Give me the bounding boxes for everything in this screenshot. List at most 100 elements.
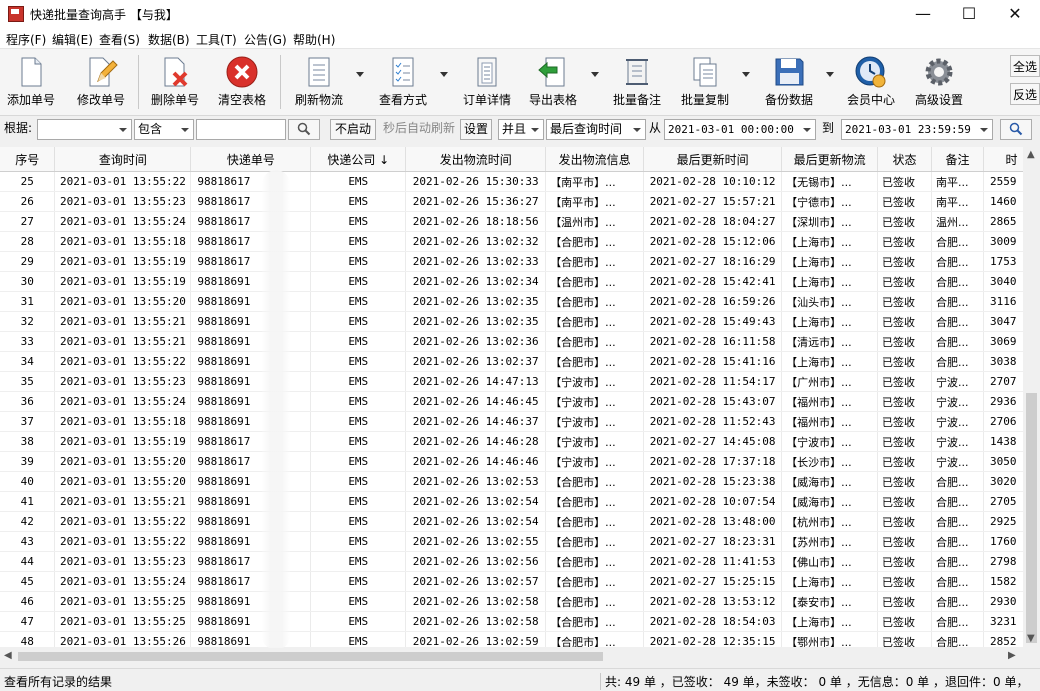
- horizontal-scrollbar[interactable]: ◀ ▶: [0, 648, 1023, 665]
- column-header[interactable]: 查询时间: [54, 147, 192, 172]
- column-header[interactable]: 序号: [0, 147, 56, 172]
- logic-select[interactable]: 并且: [498, 119, 544, 140]
- table-row[interactable]: 28 2021-03-01 13:55:18 98818617 EMS 2021-02-…: [0, 231, 1040, 252]
- refresh-logistics-button[interactable]: 刷新物流: [288, 53, 350, 111]
- table-row[interactable]: 35 2021-03-01 13:55:23 98818691 EMS 2021-02-…: [0, 371, 1040, 392]
- table-row[interactable]: 38 2021-03-01 13:55:19 98818617 EMS 2021-02-…: [0, 431, 1040, 452]
- delete-button[interactable]: 删除单号: [146, 53, 204, 111]
- table-cell: 合肥...: [931, 591, 984, 612]
- table-row[interactable]: 44 2021-03-01 13:55:23 98818617 EMS 2021-02-…: [0, 551, 1040, 572]
- table-cell: 2021-03-01 13:55:23: [54, 371, 192, 392]
- table-row[interactable]: 25 2021-03-01 13:55:22 98818617 EMS 2021-02-…: [0, 171, 1040, 192]
- menu-edit[interactable]: 编辑(E): [52, 31, 93, 48]
- order-detail-button[interactable]: 订单详情: [456, 53, 518, 111]
- column-header[interactable]: 快递公司 ↓: [310, 147, 407, 172]
- table-row[interactable]: 33 2021-03-01 13:55:21 98818691 EMS 2021-02-…: [0, 331, 1040, 352]
- table-row[interactable]: 46 2021-03-01 13:55:25 98818691 EMS 2021-02-…: [0, 591, 1040, 612]
- date-search-button[interactable]: [1000, 119, 1032, 140]
- column-header[interactable]: 备注: [931, 147, 984, 172]
- table-row[interactable]: 43 2021-03-01 13:55:22 98818691 EMS 2021-02-…: [0, 531, 1040, 552]
- table-row[interactable]: 32 2021-03-01 13:55:21 98818691 EMS 2021-02-…: [0, 311, 1040, 332]
- table-row[interactable]: 45 2021-03-01 13:55:24 98818617 EMS 2021-02-…: [0, 571, 1040, 592]
- auto-refresh-label: 秒后自动刷新: [383, 121, 456, 135]
- select-all-button[interactable]: 全选: [1010, 55, 1040, 77]
- table-cell: EMS: [310, 471, 407, 492]
- table-cell: 2021-03-01 13:55:24: [54, 391, 192, 412]
- scroll-up-icon[interactable]: ▲: [1027, 149, 1035, 160]
- batch-copy-button[interactable]: 批量复制: [674, 53, 736, 111]
- invert-selection-button[interactable]: 反选: [1010, 83, 1040, 105]
- menu-data[interactable]: 数据(B): [148, 31, 190, 48]
- results-table[interactable]: 序号 查询时间 快递单号 快递公司 ↓ 发出物流时间 发出物流信息 最后更新时间 最后更新物流…: [0, 147, 1040, 647]
- search-button[interactable]: [288, 119, 320, 140]
- column-header[interactable]: 快递单号: [190, 147, 312, 172]
- time-field-select[interactable]: 最后查询时间: [546, 119, 646, 140]
- refresh-dropdown-arrow[interactable]: [356, 72, 364, 77]
- edit-button[interactable]: 修改单号: [72, 53, 130, 111]
- menu-view[interactable]: 查看(S): [99, 31, 140, 48]
- scroll-right-icon[interactable]: ▶: [1008, 650, 1016, 661]
- table-cell: 28: [0, 231, 56, 252]
- column-header[interactable]: 状态: [877, 147, 933, 172]
- table-cell: 2021-03-01 13:55:19: [54, 431, 192, 452]
- table-row[interactable]: 34 2021-03-01 13:55:22 98818691 EMS 2021-02-…: [0, 351, 1040, 372]
- column-header[interactable]: 最后更新时间: [643, 147, 783, 172]
- minimize-button[interactable]: —: [900, 0, 946, 28]
- table-cell: 宁波...: [931, 431, 984, 452]
- table-cell: 2021-02-27 15:57:21: [643, 191, 783, 212]
- table-row[interactable]: 30 2021-03-01 13:55:19 98818691 EMS 2021-02-…: [0, 271, 1040, 292]
- from-date-picker[interactable]: 2021-03-01 00:00:00: [664, 119, 816, 140]
- search-input[interactable]: [196, 119, 286, 140]
- table-cell: 【宁波市】...: [545, 451, 645, 472]
- batch-note-button[interactable]: 批量备注: [606, 53, 668, 111]
- field-select[interactable]: [37, 119, 132, 140]
- table-cell: 2021-02-26 13:02:34: [405, 271, 547, 292]
- advanced-settings-button[interactable]: 高级设置: [908, 53, 970, 111]
- auto-refresh-toggle[interactable]: 不启动: [330, 119, 376, 140]
- clear-table-button[interactable]: 清空表格: [213, 53, 271, 111]
- backup-dropdown-arrow[interactable]: [826, 72, 834, 77]
- table-cell: 2021-02-28 15:42:41: [643, 271, 783, 292]
- maximize-button[interactable]: ☐: [946, 0, 992, 28]
- menu-help[interactable]: 帮助(H): [293, 31, 335, 48]
- table-cell: 2021-02-26 13:02:55: [405, 531, 547, 552]
- scroll-down-icon[interactable]: ▼: [1027, 633, 1035, 644]
- export-dropdown-arrow[interactable]: [591, 72, 599, 77]
- to-date-picker[interactable]: 2021-03-01 23:59:59: [841, 119, 993, 140]
- column-header[interactable]: 发出物流时间: [405, 147, 547, 172]
- backup-data-button[interactable]: 备份数据: [758, 53, 820, 111]
- table-row[interactable]: 47 2021-03-01 13:55:25 98818691 EMS 2021-02-…: [0, 611, 1040, 632]
- member-center-button[interactable]: 会员中心: [842, 53, 900, 111]
- copy-dropdown-arrow[interactable]: [742, 72, 750, 77]
- menu-program[interactable]: 程序(F): [6, 31, 46, 48]
- settings-button[interactable]: 设置: [460, 119, 492, 140]
- scroll-left-icon[interactable]: ◀: [4, 650, 12, 661]
- vertical-scrollbar[interactable]: ▲ ▼: [1023, 147, 1040, 647]
- vertical-scroll-thumb[interactable]: [1026, 393, 1037, 643]
- table-row[interactable]: 36 2021-03-01 13:55:24 98818691 EMS 2021-02-…: [0, 391, 1040, 412]
- column-header[interactable]: 最后更新物流: [781, 147, 879, 172]
- table-row[interactable]: 26 2021-03-01 13:55:23 98818617 EMS 2021-02-…: [0, 191, 1040, 212]
- horizontal-scroll-thumb[interactable]: [18, 652, 603, 661]
- view-mode-button[interactable]: 查看方式: [372, 53, 434, 111]
- view-dropdown-arrow[interactable]: [440, 72, 448, 77]
- table-row[interactable]: 29 2021-03-01 13:55:19 98818617 EMS 2021-02-…: [0, 251, 1040, 272]
- column-header[interactable]: 发出物流信息: [545, 147, 645, 172]
- table-row[interactable]: 41 2021-03-01 13:55:21 98818691 EMS 2021-02-…: [0, 491, 1040, 512]
- menu-tools[interactable]: 工具(T): [196, 31, 237, 48]
- add-button[interactable]: 添加单号: [2, 53, 60, 111]
- table-row[interactable]: 40 2021-03-01 13:55:20 98818691 EMS 2021-02-…: [0, 471, 1040, 492]
- menu-notice[interactable]: 公告(G): [244, 31, 287, 48]
- table-row[interactable]: 37 2021-03-01 13:55:18 98818691 EMS 2021-02-…: [0, 411, 1040, 432]
- table-row[interactable]: 27 2021-03-01 13:55:24 98818617 EMS 2021-02-…: [0, 211, 1040, 232]
- close-button[interactable]: ✕: [992, 0, 1038, 28]
- table-row[interactable]: 39 2021-03-01 13:55:20 98818617 EMS 2021-02-…: [0, 451, 1040, 472]
- operator-select[interactable]: 包含: [134, 119, 194, 140]
- table-row[interactable]: 48 2021-03-01 13:55:26 98818691 EMS 2021-02-…: [0, 631, 1040, 647]
- table-cell: 南平...: [931, 191, 984, 212]
- table-row[interactable]: 42 2021-03-01 13:55:22 98818691 EMS 2021-02-…: [0, 511, 1040, 532]
- export-table-button[interactable]: 导出表格: [522, 53, 584, 111]
- table-row[interactable]: 31 2021-03-01 13:55:20 98818691 EMS 2021-02-…: [0, 291, 1040, 312]
- to-label: 到: [822, 121, 835, 135]
- table-cell: 【合肥市】...: [545, 531, 645, 552]
